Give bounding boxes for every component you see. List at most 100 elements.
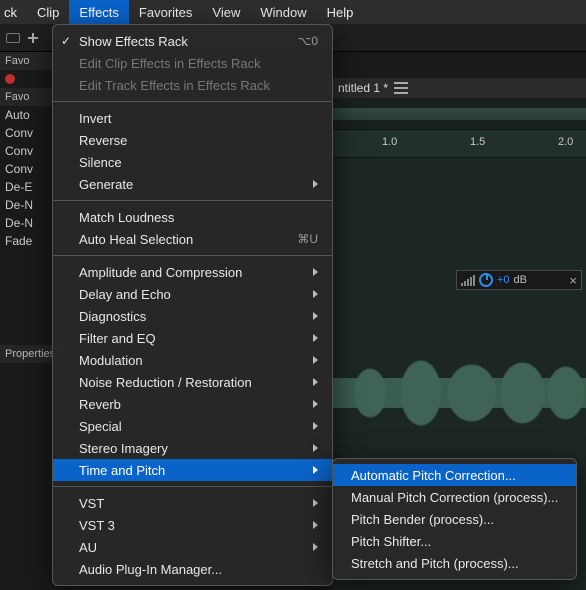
menu-item-label: Diagnostics [79, 309, 146, 324]
submenu-arrow-icon [313, 543, 318, 551]
list-item[interactable]: De-N [0, 196, 52, 214]
gain-knob-icon[interactable] [479, 273, 493, 287]
menu-item-label: Pitch Shifter... [351, 534, 431, 549]
menu-item-auto-heal[interactable]: Auto Heal Selection ⌘U [53, 228, 332, 250]
menu-item-label: Amplitude and Compression [79, 265, 242, 280]
submenu-arrow-icon [313, 356, 318, 364]
menu-item-label: Noise Reduction / Restoration [79, 375, 252, 390]
time-pitch-submenu: Automatic Pitch Correction... Manual Pit… [332, 458, 577, 580]
menu-item-generate[interactable]: Generate [53, 173, 332, 195]
menu-item-vst[interactable]: VST [53, 492, 332, 514]
menu-item-diagnostics[interactable]: Diagnostics [53, 305, 332, 327]
overview-waveform[interactable] [332, 98, 586, 130]
effects-menu: ✓ Show Effects Rack ⌥0 Edit Clip Effects… [52, 24, 333, 586]
menu-item-stereo-imagery[interactable]: Stereo Imagery [53, 437, 332, 459]
submenu-item-pitch-bender[interactable]: Pitch Bender (process)... [333, 508, 576, 530]
menu-item-show-effects-rack[interactable]: ✓ Show Effects Rack ⌥0 [53, 30, 332, 52]
menu-item-label: Stereo Imagery [79, 441, 168, 456]
menu-item-label: Stretch and Pitch (process)... [351, 556, 519, 571]
menu-item-invert[interactable]: Invert [53, 107, 332, 129]
menu-clip[interactable]: Clip [27, 0, 69, 24]
submenu-arrow-icon [313, 334, 318, 342]
list-item[interactable]: De-E [0, 178, 52, 196]
menu-item-amplitude[interactable]: Amplitude and Compression [53, 261, 332, 283]
submenu-arrow-icon [313, 400, 318, 408]
list-item[interactable]: Conv [0, 124, 52, 142]
ruler-tick: 2.0 [558, 136, 573, 148]
menu-item-edit-clip-effects: Edit Clip Effects in Effects Rack [53, 52, 332, 74]
menu-item-edit-track-effects: Edit Track Effects in Effects Rack [53, 74, 332, 96]
add-icon[interactable] [26, 31, 40, 45]
menu-item-silence[interactable]: Silence [53, 151, 332, 173]
menu-item-plugin-manager[interactable]: Audio Plug-In Manager... [53, 558, 332, 580]
menu-item-special[interactable]: Special [53, 415, 332, 437]
menu-item-reverse[interactable]: Reverse [53, 129, 332, 151]
submenu-arrow-icon [313, 312, 318, 320]
menu-effects[interactable]: Effects [69, 0, 129, 24]
menu-item-label: Edit Clip Effects in Effects Rack [79, 56, 261, 71]
menu-item-label: Automatic Pitch Correction... [351, 468, 516, 483]
submenu-item-stretch-pitch[interactable]: Stretch and Pitch (process)... [333, 552, 576, 574]
waveform-icon[interactable] [6, 33, 20, 43]
menu-separator [53, 200, 332, 201]
list-item[interactable]: Conv [0, 142, 52, 160]
record-icon[interactable] [5, 74, 15, 84]
tab-menu-icon[interactable] [394, 82, 408, 94]
menu-view[interactable]: View [202, 0, 250, 24]
submenu-arrow-icon [313, 180, 318, 188]
menu-item-label: Reverb [79, 397, 121, 412]
menu-item-reverb[interactable]: Reverb [53, 393, 332, 415]
waveform [332, 308, 586, 478]
submenu-arrow-icon [313, 499, 318, 507]
menu-item-label: Time and Pitch [79, 463, 165, 478]
side-panel: Favo Favo Auto Conv Conv Conv De-E De-N … [0, 52, 52, 250]
submenu-item-pitch-shifter[interactable]: Pitch Shifter... [333, 530, 576, 552]
menu-shortcut: ⌘U [297, 232, 318, 246]
submenu-arrow-icon [313, 422, 318, 430]
close-icon[interactable]: × [569, 273, 577, 288]
gain-value: +0 [497, 274, 510, 286]
menu-item-delay-echo[interactable]: Delay and Echo [53, 283, 332, 305]
list-item[interactable]: Conv [0, 160, 52, 178]
menu-item-noise-reduction[interactable]: Noise Reduction / Restoration [53, 371, 332, 393]
gain-unit: dB [514, 274, 527, 286]
menu-separator [53, 486, 332, 487]
submenu-arrow-icon [313, 444, 318, 452]
list-item[interactable]: Auto [0, 106, 52, 124]
tab-title[interactable]: ntitled 1 * [338, 81, 388, 95]
check-icon: ✓ [61, 34, 71, 48]
menu-separator [53, 101, 332, 102]
menu-item-label: Generate [79, 177, 133, 192]
panel-header-favorites-2: Favo [0, 88, 52, 106]
list-item[interactable]: De-N [0, 214, 52, 232]
menu-window[interactable]: Window [250, 0, 316, 24]
menu-item-label: VST 3 [79, 518, 115, 533]
menu-item-label: Match Loudness [79, 210, 174, 225]
editor-tabs: ntitled 1 * [332, 78, 586, 98]
submenu-item-auto-pitch-correction[interactable]: Automatic Pitch Correction... [333, 464, 576, 486]
menu-favorites[interactable]: Favorites [129, 0, 202, 24]
menu-item-label: Manual Pitch Correction (process)... [351, 490, 558, 505]
menu-item-vst3[interactable]: VST 3 [53, 514, 332, 536]
menu-item-label: Filter and EQ [79, 331, 156, 346]
menu-help[interactable]: Help [317, 0, 364, 24]
volume-hud[interactable]: +0 dB × [456, 270, 582, 290]
menu-item-label: Auto Heal Selection [79, 232, 193, 247]
menu-item-match-loudness[interactable]: Match Loudness [53, 206, 332, 228]
submenu-arrow-icon [313, 466, 318, 474]
list-item[interactable]: Fade [0, 232, 52, 250]
menu-item-filter-eq[interactable]: Filter and EQ [53, 327, 332, 349]
menu-item-label: Delay and Echo [79, 287, 171, 302]
menu-item-modulation[interactable]: Modulation [53, 349, 332, 371]
submenu-arrow-icon [313, 378, 318, 386]
properties-panel-header: Properties [0, 345, 52, 363]
menu-track[interactable]: ck [0, 0, 27, 24]
menu-item-time-pitch[interactable]: Time and Pitch [53, 459, 332, 481]
submenu-arrow-icon [313, 268, 318, 276]
time-ruler[interactable]: 1.0 1.5 2.0 [332, 130, 586, 158]
menu-item-au[interactable]: AU [53, 536, 332, 558]
menu-item-label: AU [79, 540, 97, 555]
menu-item-label: Modulation [79, 353, 143, 368]
submenu-arrow-icon [313, 521, 318, 529]
submenu-item-manual-pitch-correction[interactable]: Manual Pitch Correction (process)... [333, 486, 576, 508]
